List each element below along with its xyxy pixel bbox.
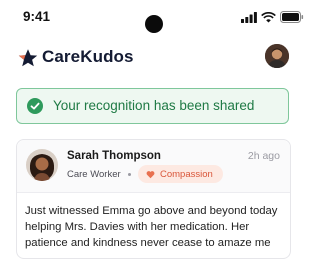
- author-avatar[interactable]: [26, 149, 58, 181]
- recognition-card[interactable]: Sarah Thompson 2h ago Care Worker Compas…: [16, 139, 291, 259]
- author-avatar-image: [26, 149, 58, 181]
- toast-message: Your recognition has been shared: [53, 98, 255, 113]
- author-role: Care Worker: [67, 169, 121, 180]
- heart-icon: [146, 170, 155, 178]
- user-avatar-image: [265, 44, 289, 68]
- wifi-icon: [261, 11, 276, 22]
- author-name[interactable]: Sarah Thompson: [67, 150, 161, 162]
- value-label: Compassion: [160, 168, 213, 180]
- recognition-message: Just witnessed Emma go above and beyond …: [25, 205, 278, 249]
- user-avatar[interactable]: [265, 44, 289, 68]
- post-timestamp: 2h ago: [247, 150, 280, 162]
- card-header: Sarah Thompson 2h ago Care Worker Compas…: [17, 140, 290, 193]
- app-header: CareKudos: [0, 38, 307, 78]
- star-logo-icon: [18, 49, 38, 67]
- separator-dot: [128, 173, 131, 176]
- check-circle-icon: [27, 98, 43, 114]
- app-title: CareKudos: [42, 47, 134, 66]
- value-badge[interactable]: Compassion: [138, 165, 223, 183]
- signal-icon: [241, 11, 257, 23]
- status-time: 9:41: [23, 9, 51, 24]
- status-bar: 9:41: [0, 0, 307, 33]
- camera-notch: [145, 15, 163, 33]
- battery-icon: [280, 11, 304, 23]
- success-toast: Your recognition has been shared: [16, 88, 289, 124]
- status-icons: [241, 11, 304, 23]
